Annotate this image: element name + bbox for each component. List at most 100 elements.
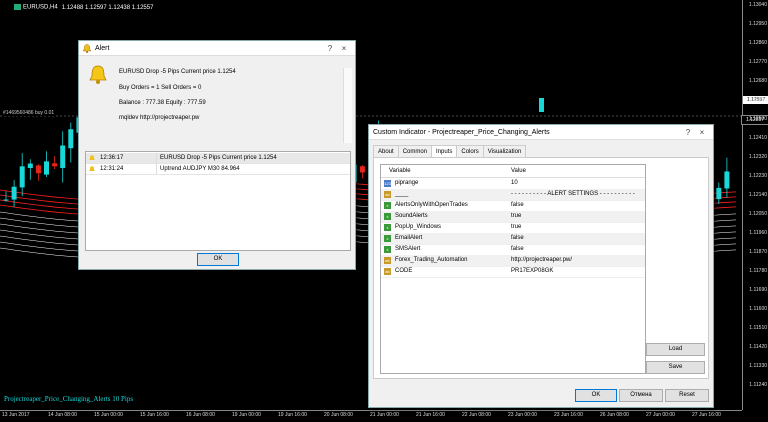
variable-value[interactable]: - - - - - - - - - - ALERT SETTINGS - - -… — [511, 189, 635, 200]
price-tick-label: 1.11780 — [749, 268, 767, 274]
list-item[interactable]: 12:31:24 Uptrend AUDJPY M30 84.964 — [86, 164, 350, 175]
price-tick-label: 1.12410 — [748, 135, 767, 141]
variable-value[interactable]: false — [511, 244, 524, 255]
variable-name: piprange — [395, 180, 419, 186]
alert-time: 12:36:17 — [100, 155, 124, 161]
ok-button[interactable]: OK — [197, 253, 239, 266]
custom-indicator-dialog: Custom Indicator - Projectreaper_Price_C… — [368, 124, 714, 408]
bell-icon — [89, 65, 107, 84]
alert-message-line: mqldev http://projectreaper.pw — [119, 115, 200, 121]
price-tick-label: 1.11330 — [749, 363, 767, 369]
table-row[interactable]: ab CODE PR17EXP08GK — [381, 266, 645, 278]
indicator-dialog-title: Custom Indicator - Projectreaper_Price_C… — [373, 128, 550, 136]
ok-button[interactable]: OK — [575, 389, 617, 402]
candle-body — [359, 166, 365, 173]
price-tick-label: 1.11600 — [749, 306, 767, 312]
time-tick-label: 21 Jun 00:00 — [370, 412, 399, 418]
price-axis[interactable]: 1.12557 1.12557 1.13040 1.12950 1.12860 1.1… — [741, 0, 768, 410]
candle-body — [68, 129, 74, 149]
order-line-label[interactable]: #1469560486 buy 0.01 — [2, 110, 56, 116]
time-tick-label: 21 Jun 16:00 — [416, 412, 445, 418]
alert-message-line: Buy Orders = 1 Sell Orders = 0 — [119, 85, 202, 91]
price-tick-label: 1.12230 — [748, 173, 767, 179]
tab-about[interactable]: About — [373, 145, 399, 157]
load-button[interactable]: Load — [646, 343, 705, 356]
close-button[interactable]: × — [695, 128, 709, 137]
price-tick-label: 1.12320 — [748, 154, 767, 160]
boolean-type-icon: ± — [384, 213, 391, 220]
candle-body — [11, 186, 17, 200]
string-type-icon: ab — [384, 191, 391, 198]
tab-strip: About Common Inputs Colors Visualization — [373, 145, 527, 157]
candle-body — [724, 171, 730, 189]
candle-body — [19, 166, 25, 188]
time-tick-label: 16 Jun 08:00 — [186, 412, 215, 418]
number-type-icon: 123 — [384, 180, 391, 187]
tab-common[interactable]: Common — [397, 145, 433, 157]
variable-name: AlertsOnlyWithOpenTrades — [395, 202, 468, 208]
candle-body — [60, 145, 66, 168]
inputs-panel: Variable Value 123 piprange 10 ab ____ - - - … — [373, 157, 709, 379]
candle-body — [539, 98, 544, 112]
tab-inputs[interactable]: Inputs — [431, 145, 458, 157]
variable-value[interactable]: true — [511, 211, 521, 222]
price-tick-label: 1.12590 — [748, 97, 767, 103]
variable-value[interactable]: PR17EXP08GK — [511, 266, 553, 277]
price-tick-label: 1.12950 — [748, 21, 767, 27]
save-button[interactable]: Save — [646, 361, 705, 374]
tab-visualization[interactable]: Visualization — [482, 145, 527, 157]
time-tick-label: 13 Jun 2017 — [2, 412, 30, 418]
alert-time: 12:31:24 — [100, 166, 124, 172]
message-scrollbar[interactable] — [343, 68, 352, 143]
time-tick-label: 23 Jun 16:00 — [554, 412, 583, 418]
candle-body — [3, 199, 9, 201]
candle-body — [35, 165, 41, 174]
variable-name: PopUp_Windows — [395, 224, 442, 230]
string-type-icon: ab — [384, 257, 391, 264]
alert-titlebar[interactable]: Alert ? × — [79, 41, 355, 56]
boolean-type-icon: ± — [384, 246, 391, 253]
price-tick-label: 1.12680 — [748, 78, 767, 84]
variable-value[interactable]: false — [511, 233, 524, 244]
reset-button[interactable]: Reset — [665, 389, 709, 402]
bell-icon — [83, 43, 91, 53]
list-item[interactable]: 12:36:17 EURUSD Drop -5 Pips Current pri… — [86, 153, 350, 164]
time-tick-label: 20 Jun 08:00 — [324, 412, 353, 418]
variable-name: EmailAlert — [395, 235, 423, 241]
variable-value[interactable]: true — [511, 222, 521, 233]
time-tick-label: 15 Jun 00:00 — [94, 412, 123, 418]
indicator-titlebar[interactable]: Custom Indicator - Projectreaper_Price_C… — [369, 125, 713, 140]
inputs-table[interactable]: Variable Value 123 piprange 10 ab ____ - - - … — [380, 164, 646, 374]
time-tick-label: 22 Jun 08:00 — [462, 412, 491, 418]
price-tick-label: 1.11690 — [749, 287, 767, 293]
variable-name: CODE — [395, 268, 413, 274]
price-tick-label: 1.11240 — [749, 382, 767, 388]
alert-dialog: Alert ? × EURUSD Drop -5 Pips Current pr… — [78, 40, 356, 270]
price-tick-label: 1.13040 — [748, 2, 767, 8]
column-header-value[interactable]: Value — [511, 165, 526, 177]
help-button[interactable]: ? — [681, 128, 695, 137]
help-button[interactable]: ? — [323, 44, 337, 53]
alert-message-line: Balance : 777.38 Equity : 777.59 — [119, 100, 206, 106]
variable-value[interactable]: false — [511, 200, 524, 211]
variable-name: ____ — [395, 191, 409, 197]
boolean-type-icon: ± — [384, 202, 391, 209]
time-axis[interactable]: 13 Jun 2017 14 Jun 08:00 15 Jun 00:00 15 Ju… — [0, 410, 742, 422]
cancel-button[interactable]: Отмена — [619, 389, 663, 402]
candle-body — [716, 187, 722, 200]
alert-history-list[interactable]: 12:36:17 EURUSD Drop -5 Pips Current pri… — [85, 151, 351, 251]
variable-value[interactable]: 10 — [511, 178, 518, 189]
price-tick-label: 1.11420 — [749, 344, 767, 350]
time-tick-label: 19 Jun 16:00 — [278, 412, 307, 418]
time-tick-label: 15 Jun 16:00 — [140, 412, 169, 418]
boolean-type-icon: ± — [384, 224, 391, 231]
column-header-variable[interactable]: Variable — [389, 165, 411, 177]
string-type-icon: ab — [384, 268, 391, 275]
time-tick-label: 23 Jun 00:00 — [508, 412, 537, 418]
tab-colors[interactable]: Colors — [456, 145, 484, 157]
price-tick-label: 1.11870 — [749, 249, 767, 255]
close-button[interactable]: × — [337, 44, 351, 53]
variable-value[interactable]: http://projectreaper.pw/ — [511, 255, 572, 266]
bell-icon — [89, 166, 95, 171]
time-tick-label: 19 Jun 00:00 — [232, 412, 261, 418]
